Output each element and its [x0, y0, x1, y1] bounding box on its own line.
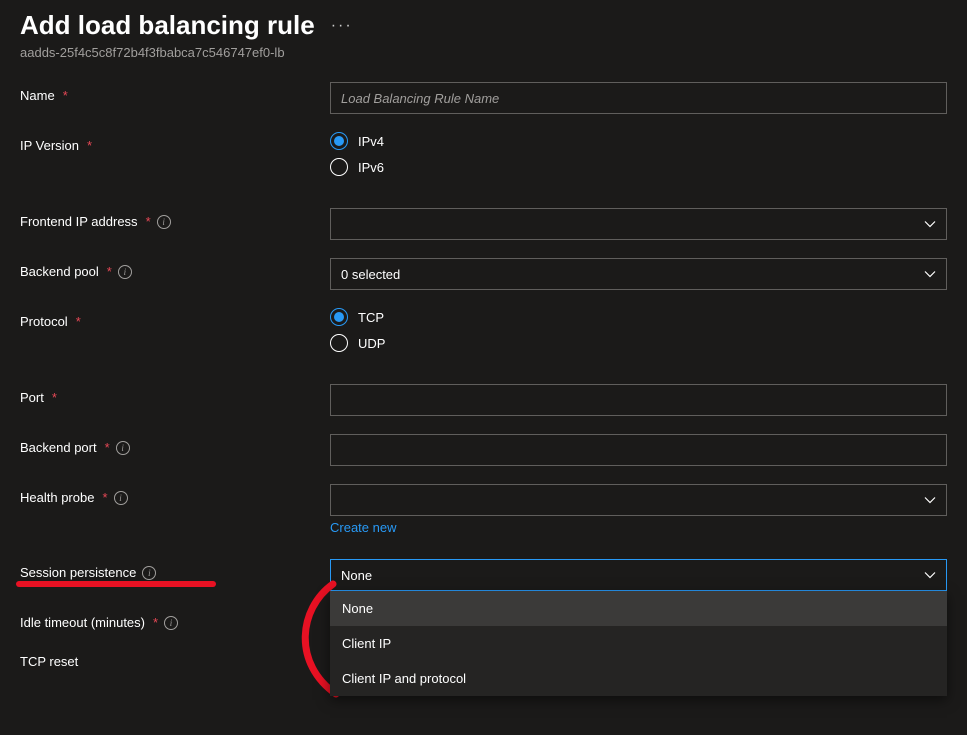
info-icon[interactable]: i [114, 491, 128, 505]
session-persistence-dropdown: None Client IP Client IP and protocol [330, 591, 947, 696]
health-probe-select[interactable] [330, 484, 947, 516]
chevron-down-icon [924, 218, 936, 230]
resource-subtitle: aadds-25f4c5c8f72b4f3fbabca7c546747ef0-l… [20, 45, 947, 60]
ip-version-label: IP Version [20, 138, 79, 153]
tcp-radio-label: TCP [358, 310, 384, 325]
radio-unselected-icon [330, 158, 348, 176]
name-input[interactable] [330, 82, 947, 114]
required-star: * [63, 88, 68, 103]
backend-pool-value: 0 selected [341, 267, 400, 282]
radio-selected-icon [330, 132, 348, 150]
chevron-down-icon [924, 569, 936, 581]
session-persistence-label: Session persistence [20, 565, 136, 580]
create-new-link[interactable]: Create new [330, 520, 396, 535]
radio-selected-icon [330, 308, 348, 326]
health-probe-label: Health probe [20, 490, 94, 505]
ipv6-radio-label: IPv6 [358, 160, 384, 175]
info-icon[interactable]: i [157, 215, 171, 229]
info-icon[interactable]: i [116, 441, 130, 455]
more-actions-icon[interactable]: ··· [331, 17, 353, 35]
frontend-ip-select[interactable] [330, 208, 947, 240]
radio-unselected-icon [330, 334, 348, 352]
required-star: * [76, 314, 81, 329]
ipv4-radio-label: IPv4 [358, 134, 384, 149]
backend-pool-select[interactable]: 0 selected [330, 258, 947, 290]
page-title: Add load balancing rule [20, 10, 315, 41]
udp-radio-label: UDP [358, 336, 385, 351]
backend-pool-label: Backend pool [20, 264, 99, 279]
dropdown-option-none[interactable]: None [330, 591, 947, 626]
port-input[interactable] [330, 384, 947, 416]
ip-version-ipv6-radio[interactable]: IPv6 [330, 158, 947, 176]
dropdown-option-client-ip[interactable]: Client IP [330, 626, 947, 661]
protocol-label: Protocol [20, 314, 68, 329]
session-persistence-select[interactable]: None [330, 559, 947, 591]
info-icon[interactable]: i [142, 566, 156, 580]
required-star: * [87, 138, 92, 153]
tcp-reset-label: TCP reset [20, 654, 78, 669]
backend-port-label: Backend port [20, 440, 97, 455]
protocol-udp-radio[interactable]: UDP [330, 334, 947, 352]
info-icon[interactable]: i [164, 616, 178, 630]
required-star: * [52, 390, 57, 405]
required-star: * [105, 440, 110, 455]
idle-timeout-label: Idle timeout (minutes) [20, 615, 145, 630]
required-star: * [153, 615, 158, 630]
required-star: * [146, 214, 151, 229]
required-star: * [102, 490, 107, 505]
name-label: Name [20, 88, 55, 103]
backend-port-input[interactable] [330, 434, 947, 466]
dropdown-option-client-ip-protocol[interactable]: Client IP and protocol [330, 661, 947, 696]
frontend-ip-label: Frontend IP address [20, 214, 138, 229]
chevron-down-icon [924, 494, 936, 506]
protocol-tcp-radio[interactable]: TCP [330, 308, 947, 326]
required-star: * [107, 264, 112, 279]
ip-version-ipv4-radio[interactable]: IPv4 [330, 132, 947, 150]
info-icon[interactable]: i [118, 265, 132, 279]
port-label: Port [20, 390, 44, 405]
chevron-down-icon [924, 268, 936, 280]
annotation-underline [16, 581, 216, 587]
